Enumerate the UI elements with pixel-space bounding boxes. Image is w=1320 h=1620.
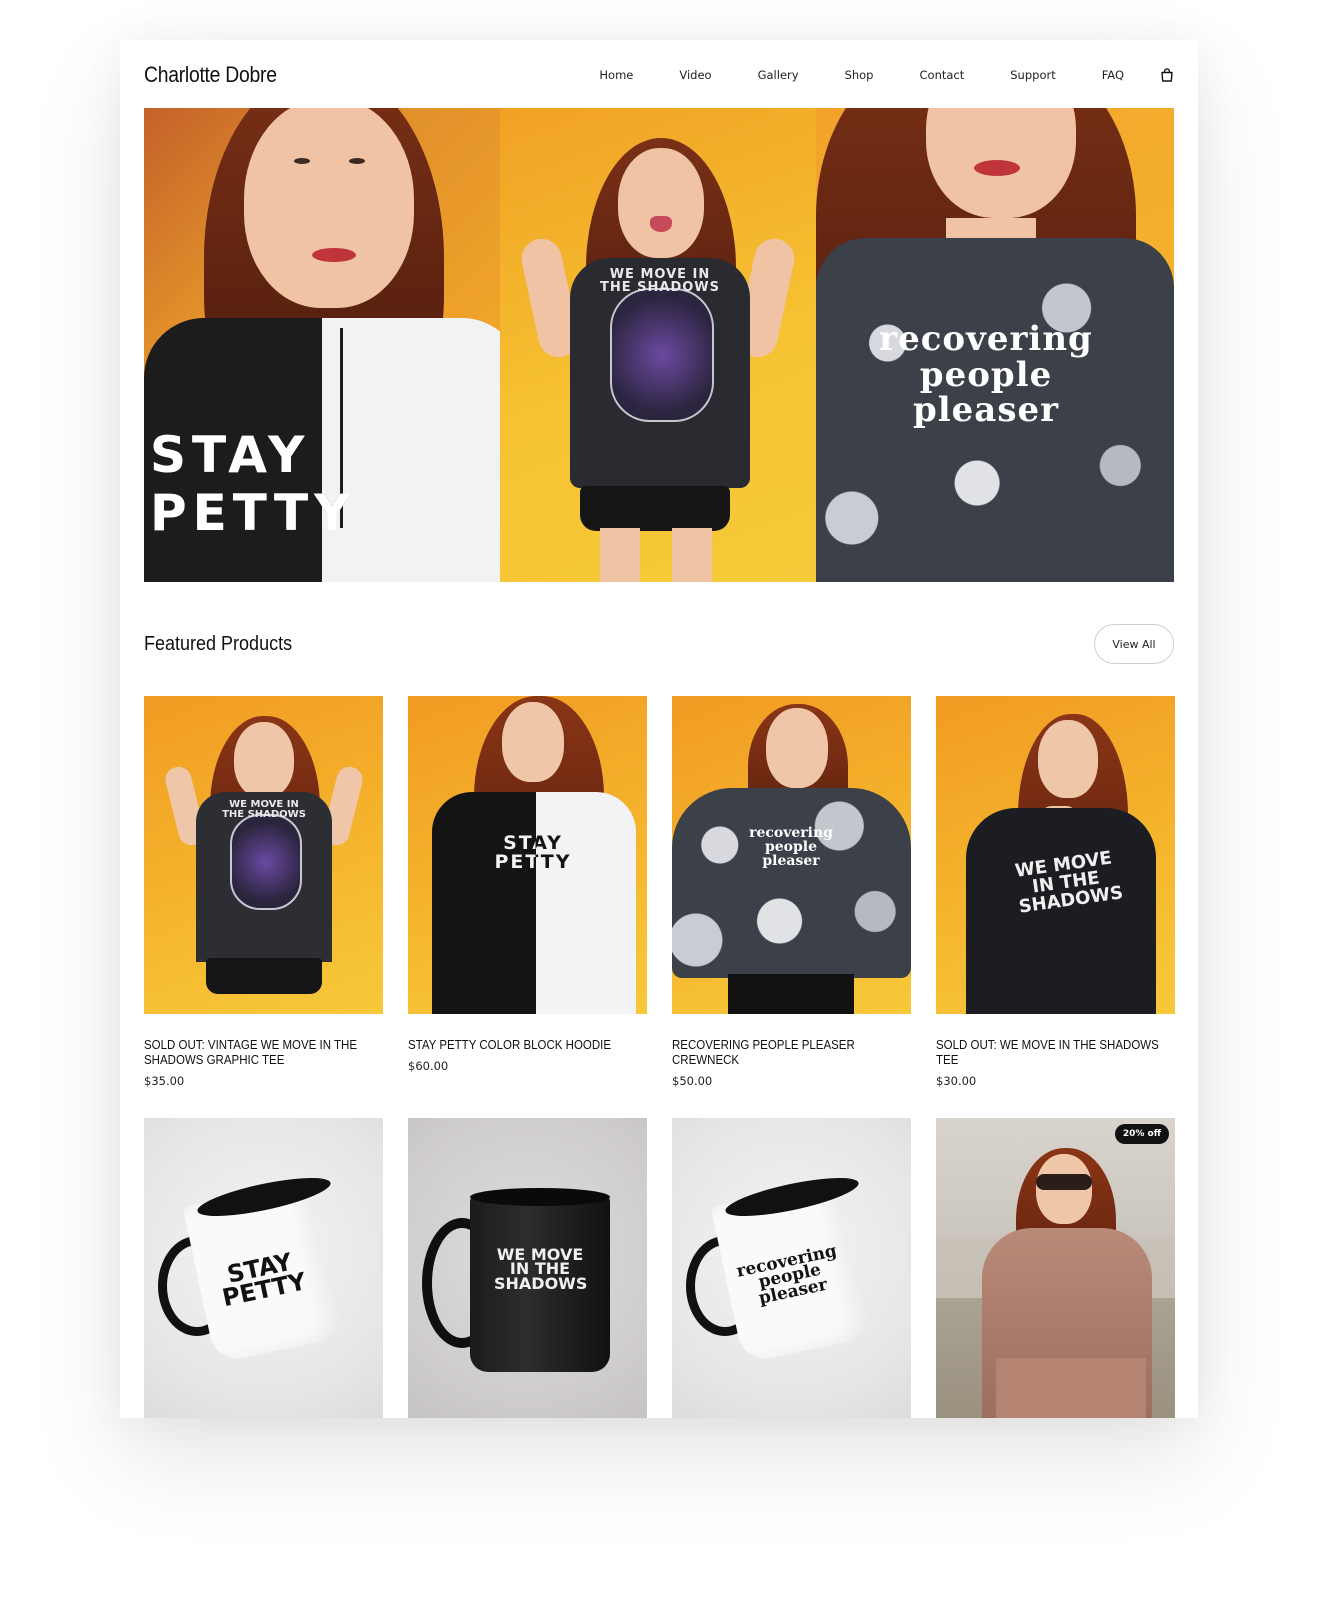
product-card[interactable]: recovering people pleaser: [672, 1118, 911, 1418]
product-price: $60.00: [408, 1059, 449, 1073]
product-card[interactable]: recovering people pleaser RECOVERING PEO…: [672, 696, 911, 1088]
product-card[interactable]: WE MOVE IN THE SHADOWS SOLD OUT: VINTAGE…: [144, 696, 383, 1088]
product-card[interactable]: STAY PETTY: [144, 1118, 383, 1418]
product-title[interactable]: SOLD OUT: WE MOVE IN THE SHADOWS TEE: [936, 1038, 1173, 1068]
product-title[interactable]: SOLD OUT: VINTAGE WE MOVE IN THE SHADOWS…: [144, 1038, 381, 1068]
nav-contact[interactable]: Contact: [920, 68, 965, 82]
hero-banner: STAY PETTY WE MOVE IN THE SHADOWS recove…: [144, 108, 1174, 582]
nav-shop[interactable]: Shop: [845, 68, 874, 82]
product-price: $50.00: [672, 1074, 713, 1088]
hero-image-people-pleaser: recovering people pleaser: [816, 108, 1174, 582]
product-grid-row-1: WE MOVE IN THE SHADOWS SOLD OUT: VINTAGE…: [144, 696, 1175, 1088]
product-image[interactable]: WE MOVE IN THE SHADOWS: [936, 696, 1175, 1014]
nav-support[interactable]: Support: [1010, 68, 1055, 82]
product-art-text: WE MOVE IN THE SHADOWS: [222, 799, 306, 820]
product-card[interactable]: STAY PETTY STAY PETTY COLOR BLOCK HOODIE…: [408, 696, 647, 1088]
product-image[interactable]: WE MOVE IN THE SHADOWS: [144, 696, 383, 1014]
nav-video[interactable]: Video: [679, 68, 711, 82]
shopping-bag-icon[interactable]: [1160, 68, 1174, 82]
main-nav: Home Video Gallery Shop Contact Support …: [553, 68, 1174, 82]
view-all-button[interactable]: View All: [1094, 624, 1174, 664]
product-price: $35.00: [144, 1074, 185, 1088]
site-logo[interactable]: Charlotte Dobre: [144, 62, 277, 88]
nav-home[interactable]: Home: [599, 68, 633, 82]
product-image[interactable]: recovering people pleaser: [672, 696, 911, 1014]
discount-badge: 20% off: [1114, 1124, 1169, 1144]
product-art-text: recovering people pleaser: [749, 825, 833, 869]
product-image[interactable]: STAY PETTY: [408, 696, 647, 1014]
product-card[interactable]: WE MOVE IN THE SHADOWS: [408, 1118, 647, 1418]
hero-shirt-text-1: STAY PETTY: [150, 426, 500, 542]
product-title[interactable]: RECOVERING PEOPLE PLEASER CREWNECK: [672, 1038, 909, 1068]
product-image[interactable]: WE MOVE IN THE SHADOWS: [408, 1118, 647, 1418]
product-grid-row-2: STAY PETTY WE MOVE IN THE SHADOWS recove…: [144, 1118, 1175, 1418]
nav-faq[interactable]: FAQ: [1102, 68, 1124, 82]
product-price: $30.00: [936, 1074, 977, 1088]
hero-image-stay-petty: STAY PETTY: [144, 108, 500, 582]
mug-art-text: WE MOVE IN THE SHADOWS: [494, 1245, 588, 1293]
hero-shirt-text-3: recovering people pleaser: [879, 319, 1093, 431]
hero-shirt-text-2: WE MOVE IN THE SHADOWS: [600, 267, 721, 295]
product-art-text: STAY PETTY: [468, 834, 598, 872]
featured-header: Featured Products View All: [144, 624, 1174, 664]
product-card[interactable]: WE MOVE IN THE SHADOWS SOLD OUT: WE MOVE…: [936, 696, 1175, 1088]
nav-gallery[interactable]: Gallery: [758, 68, 799, 82]
product-card[interactable]: 20% off: [936, 1118, 1175, 1418]
site-header: Charlotte Dobre Home Video Gallery Shop …: [144, 40, 1174, 108]
product-image[interactable]: STAY PETTY: [144, 1118, 383, 1418]
product-image[interactable]: recovering people pleaser: [672, 1118, 911, 1418]
section-title: Featured Products: [144, 632, 293, 655]
product-image[interactable]: 20% off: [936, 1118, 1175, 1418]
hero-image-shadows: WE MOVE IN THE SHADOWS: [500, 108, 816, 582]
product-title[interactable]: STAY PETTY COLOR BLOCK HOODIE: [408, 1038, 645, 1053]
page-card: Charlotte Dobre Home Video Gallery Shop …: [120, 40, 1198, 1418]
